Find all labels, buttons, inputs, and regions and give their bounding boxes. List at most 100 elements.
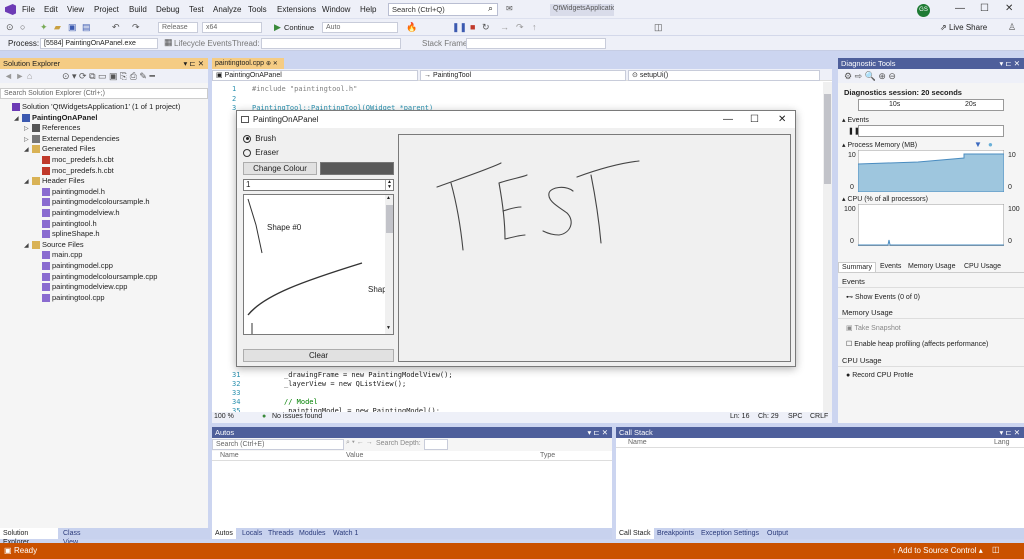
tab-memory-usage[interactable]: Memory Usage xyxy=(908,263,955,270)
expander-icon[interactable]: ◢ xyxy=(24,145,32,155)
admin-icon[interactable]: ♙ xyxy=(1008,22,1016,33)
solution-search-input[interactable]: Search Solution Explorer (Ctrl+;) xyxy=(0,88,208,99)
live-share-button[interactable]: ⇗ Live Share xyxy=(940,23,987,32)
step-out-icon[interactable]: ↑ xyxy=(532,22,537,32)
tab-cpu-usage[interactable]: CPU Usage xyxy=(964,263,1001,270)
show-events-link[interactable]: ⊷ Show Events (0 of 0) xyxy=(846,293,920,301)
tab-locals[interactable]: Locals xyxy=(239,528,265,539)
expander-icon[interactable]: ◢ xyxy=(14,114,22,124)
col-name[interactable]: Name xyxy=(220,452,239,459)
layer-list[interactable]: Shape #0 Shap ▲ ▼ xyxy=(243,194,394,335)
tab-breakpoints[interactable]: Breakpoints xyxy=(654,528,697,539)
save-all-icon[interactable]: ▤ xyxy=(82,22,91,33)
tree-item[interactable]: paintingmodel.h xyxy=(0,187,105,197)
tree-item[interactable]: paintingmodelview.h xyxy=(0,208,120,218)
tab-call-stack[interactable]: Call Stack xyxy=(616,528,654,539)
autos-search-input[interactable]: Search (Ctrl+E) xyxy=(212,439,344,450)
restart-icon[interactable]: ↻ xyxy=(482,22,490,33)
solution-explorer-title[interactable]: Solution Explorer ▾ ⊏ ✕ xyxy=(0,58,208,69)
new-item-icon[interactable]: ✦ xyxy=(40,22,48,33)
clear-button[interactable]: Clear xyxy=(243,349,394,362)
menu-edit[interactable]: Edit xyxy=(44,5,58,14)
minimize-icon[interactable]: — xyxy=(723,111,733,128)
call-stack-title[interactable]: Call Stack ▾ ⊏ ✕ xyxy=(616,427,1024,438)
tab-summary[interactable]: Summary xyxy=(838,262,876,272)
scroll-down-icon[interactable]: ▼ xyxy=(386,325,391,331)
hot-reload-icon[interactable]: 🔥 xyxy=(406,22,417,33)
issues-status[interactable]: No issues found xyxy=(272,413,322,420)
menu-window[interactable]: Window xyxy=(322,5,350,14)
tab-watch-1[interactable]: Watch 1 xyxy=(330,528,361,539)
settings-icon[interactable]: ⚙ ⇨ 🔍 ⊕ ⊖ xyxy=(844,71,896,82)
process-dropdown[interactable]: [5584] PaintingOnAPanel.exe xyxy=(40,38,158,49)
step-over-icon[interactable]: ↷ xyxy=(516,22,524,33)
open-folder-icon[interactable]: ▰ xyxy=(54,22,61,33)
tree-item[interactable]: ◢ Header Files xyxy=(0,176,85,186)
eraser-radio[interactable]: Eraser xyxy=(243,148,279,157)
thread-dropdown[interactable] xyxy=(261,38,401,49)
scroll-up-icon[interactable]: ▲ xyxy=(386,195,391,201)
tree-item[interactable]: paintingmodelcoloursample.cpp xyxy=(0,272,157,282)
notifications-icon[interactable]: ◫ xyxy=(992,545,1000,554)
breakpoint-icon[interactable]: ◫ xyxy=(654,22,663,33)
tab-output[interactable]: Output xyxy=(764,528,791,539)
maximize-icon[interactable]: ☐ xyxy=(750,111,759,128)
tree-item[interactable]: ◢ PaintingOnAPanel xyxy=(0,113,97,123)
autos-title[interactable]: Autos ▾ ⊏ ✕ xyxy=(212,427,612,438)
line-ending-indicator[interactable]: CRLF xyxy=(810,413,828,420)
play-icon[interactable]: ▶ xyxy=(274,22,281,33)
col-type[interactable]: Type xyxy=(540,452,555,459)
menu-analyze[interactable]: Analyze xyxy=(213,5,241,14)
tree-item[interactable]: paintingmodelview.cpp xyxy=(0,282,127,292)
heap-profiling-checkbox[interactable]: ☐ Enable heap profiling (affects perform… xyxy=(846,340,1024,348)
tree-item[interactable]: Solution 'QtWidgetsApplication1' (1 of 1… xyxy=(0,102,180,112)
spacing-indicator[interactable]: SPC xyxy=(788,413,802,420)
close-icon[interactable]: ✕ xyxy=(1005,3,1013,14)
configuration-dropdown[interactable]: Release xyxy=(158,22,198,33)
stop-icon[interactable]: ■ xyxy=(470,22,475,32)
stack-frame-dropdown[interactable] xyxy=(466,38,606,49)
tab-paintingtool-cpp[interactable]: paintingtool.cpp ⊕ ✕ xyxy=(212,58,284,69)
search-depth-dropdown[interactable] xyxy=(424,439,448,450)
tab-autos[interactable]: Autos xyxy=(212,528,236,539)
tree-item[interactable]: paintingmodelcoloursample.h xyxy=(0,197,150,207)
tree-item[interactable]: ◢ Source Files xyxy=(0,240,84,250)
back-icon[interactable]: ◄ ► ⌂ xyxy=(4,71,32,81)
timeline-ruler[interactable]: 10s 20s xyxy=(858,99,1004,111)
search-input[interactable]: Search (Ctrl+Q) xyxy=(388,3,498,16)
spin-arrows-icon[interactable]: ▲ ▼ xyxy=(385,180,393,190)
tab-events[interactable]: Events xyxy=(880,263,901,270)
tree-item[interactable]: paintingtool.cpp xyxy=(0,293,105,303)
tab-modules[interactable]: Modules xyxy=(296,528,328,539)
search-nav-icon[interactable]: ⌕ ▾ ← → xyxy=(346,439,373,447)
avatar[interactable]: GS xyxy=(917,4,930,17)
menu-extensions[interactable]: Extensions xyxy=(277,5,316,14)
take-snapshot-button[interactable]: ▣ Take Snapshot xyxy=(846,324,901,332)
brush-size-spinbox[interactable]: 1 ▲ ▼ xyxy=(243,179,394,191)
tree-item[interactable]: paintingmodel.cpp xyxy=(0,261,113,271)
feedback-icon[interactable]: ✉ xyxy=(506,4,513,13)
expander-icon[interactable]: ◢ xyxy=(24,177,32,187)
source-control-button[interactable]: ↑ Add to Source Control ▴ xyxy=(892,546,983,555)
tab-exception-settings[interactable]: Exception Settings xyxy=(698,528,762,539)
diagnostic-tools-title[interactable]: Diagnostic Tools ▾ ⊏ ✕ xyxy=(838,58,1024,69)
expander-icon[interactable]: ◢ xyxy=(24,241,32,251)
undo-icon[interactable]: ↶ xyxy=(112,22,120,33)
menu-build[interactable]: Build xyxy=(129,5,147,14)
expander-icon[interactable]: ▷ xyxy=(24,124,32,134)
platform-dropdown[interactable]: x64 xyxy=(202,22,262,33)
menu-debug[interactable]: Debug xyxy=(156,5,180,14)
expander-icon[interactable]: ▷ xyxy=(24,135,32,145)
step-into-icon[interactable]: → xyxy=(500,22,509,32)
drawing-canvas[interactable] xyxy=(398,134,791,362)
col-lang[interactable]: Lang xyxy=(994,439,1010,446)
menu-tools[interactable]: Tools xyxy=(248,5,267,14)
tree-item[interactable]: ◢ Generated Files xyxy=(0,144,95,154)
redo-icon[interactable]: ↷ xyxy=(132,22,140,33)
brush-radio[interactable]: Brush xyxy=(243,134,276,143)
forward-icon[interactable]: ○ xyxy=(20,22,25,32)
scrollbar-thumb[interactable] xyxy=(824,94,831,184)
menu-view[interactable]: View xyxy=(67,5,84,14)
col-name[interactable]: Name xyxy=(628,439,647,446)
auto-dropdown[interactable]: Auto xyxy=(322,22,398,33)
